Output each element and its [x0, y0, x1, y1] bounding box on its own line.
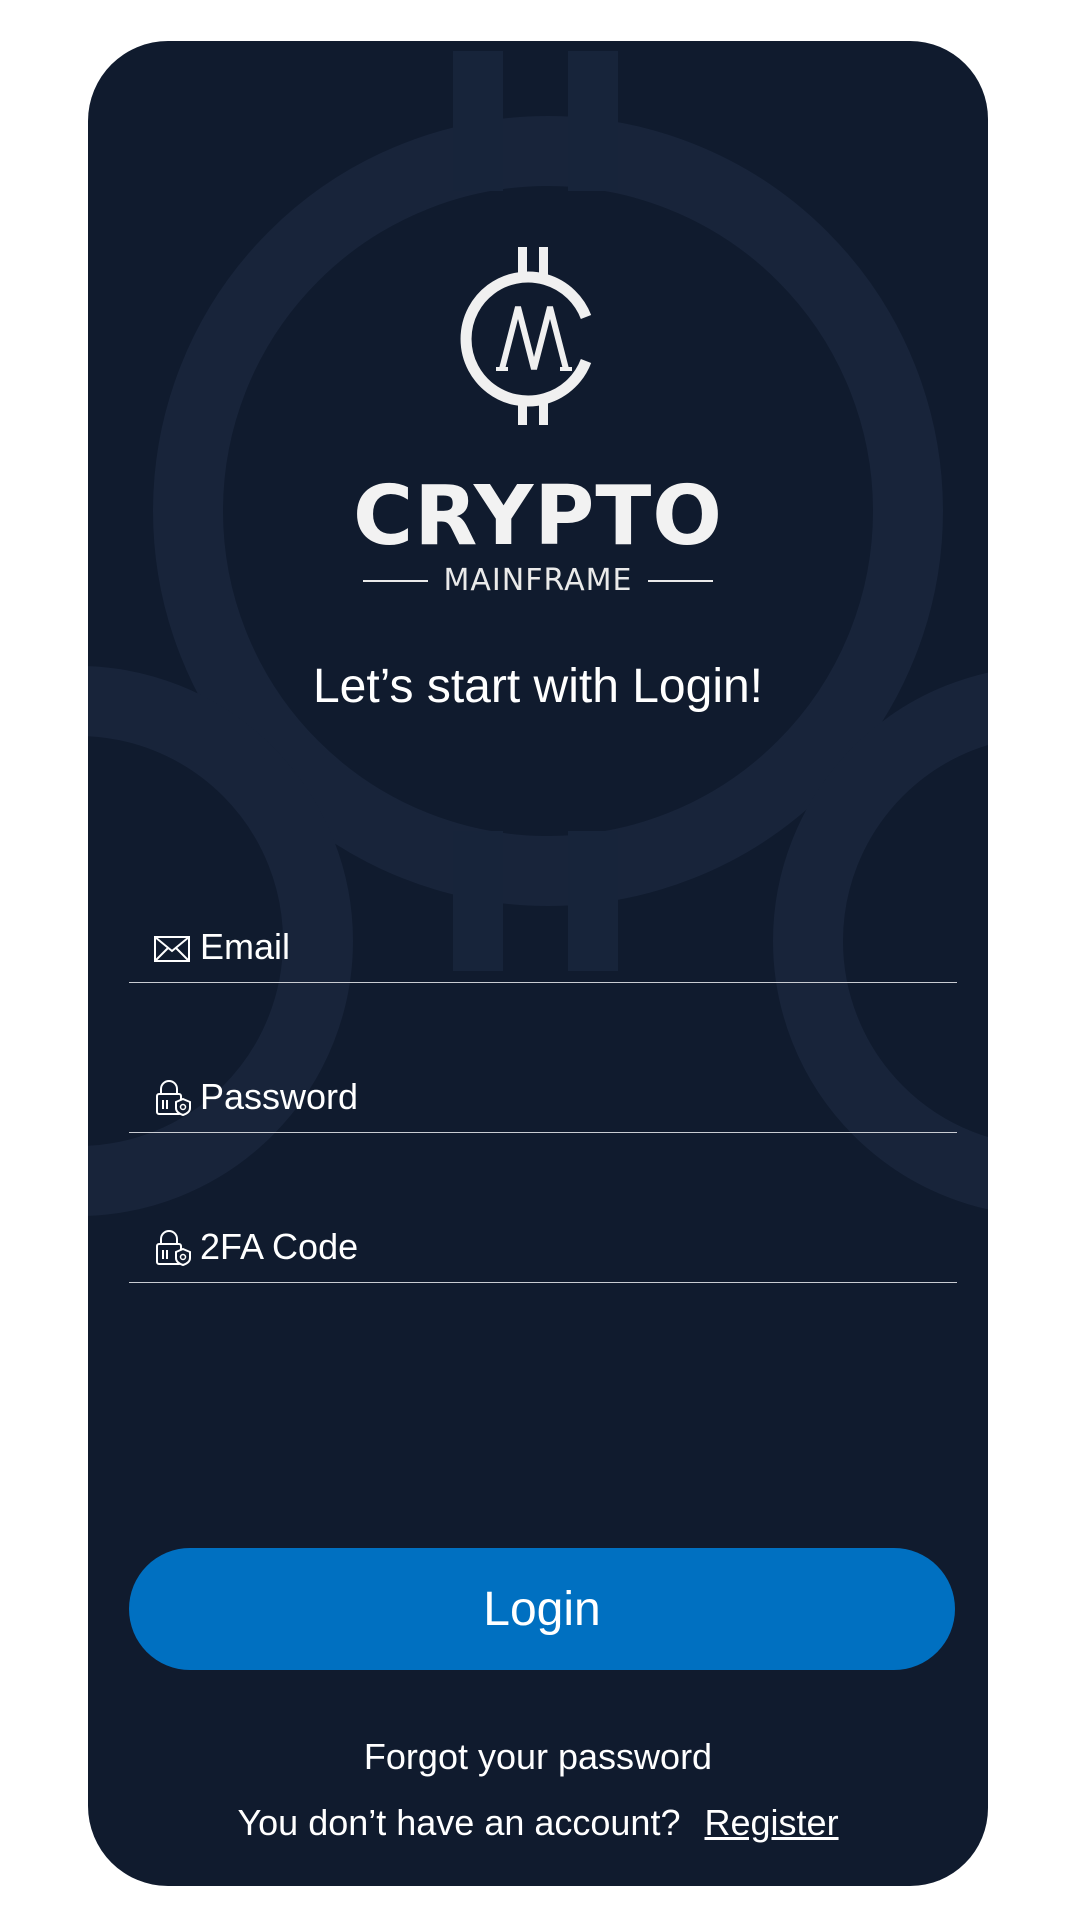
twofa-field[interactable]	[129, 1212, 957, 1283]
login-button[interactable]: Login	[129, 1548, 955, 1670]
forgot-password-link[interactable]: Forgot your password	[88, 1736, 988, 1778]
brand-tagline: MAINFRAME	[363, 563, 713, 598]
email-field[interactable]	[129, 912, 957, 983]
login-card: CRYPTO MAINFRAME Let’s start with Login!	[88, 41, 988, 1886]
tagline-rule-right	[647, 579, 713, 582]
twofa-input[interactable]	[200, 1218, 940, 1276]
register-row: You don’t have an account? Register	[88, 1802, 988, 1844]
logo	[88, 247, 988, 427]
page-title: Let’s start with Login!	[312, 660, 764, 713]
no-account-text: You don’t have an account?	[237, 1802, 681, 1843]
bitcoin-m-icon	[460, 247, 592, 425]
register-link[interactable]: Register	[705, 1802, 839, 1843]
tagline-text: MAINFRAME	[443, 563, 633, 598]
brand-name: CRYPTO	[353, 469, 723, 564]
password-field[interactable]	[129, 1062, 957, 1133]
email-input[interactable]	[200, 918, 940, 976]
tagline-rule-left	[363, 579, 428, 582]
lock-shield-icon	[156, 1080, 191, 1116]
envelope-icon	[154, 936, 190, 962]
lock-shield-icon	[156, 1230, 191, 1266]
password-input[interactable]	[200, 1068, 940, 1126]
